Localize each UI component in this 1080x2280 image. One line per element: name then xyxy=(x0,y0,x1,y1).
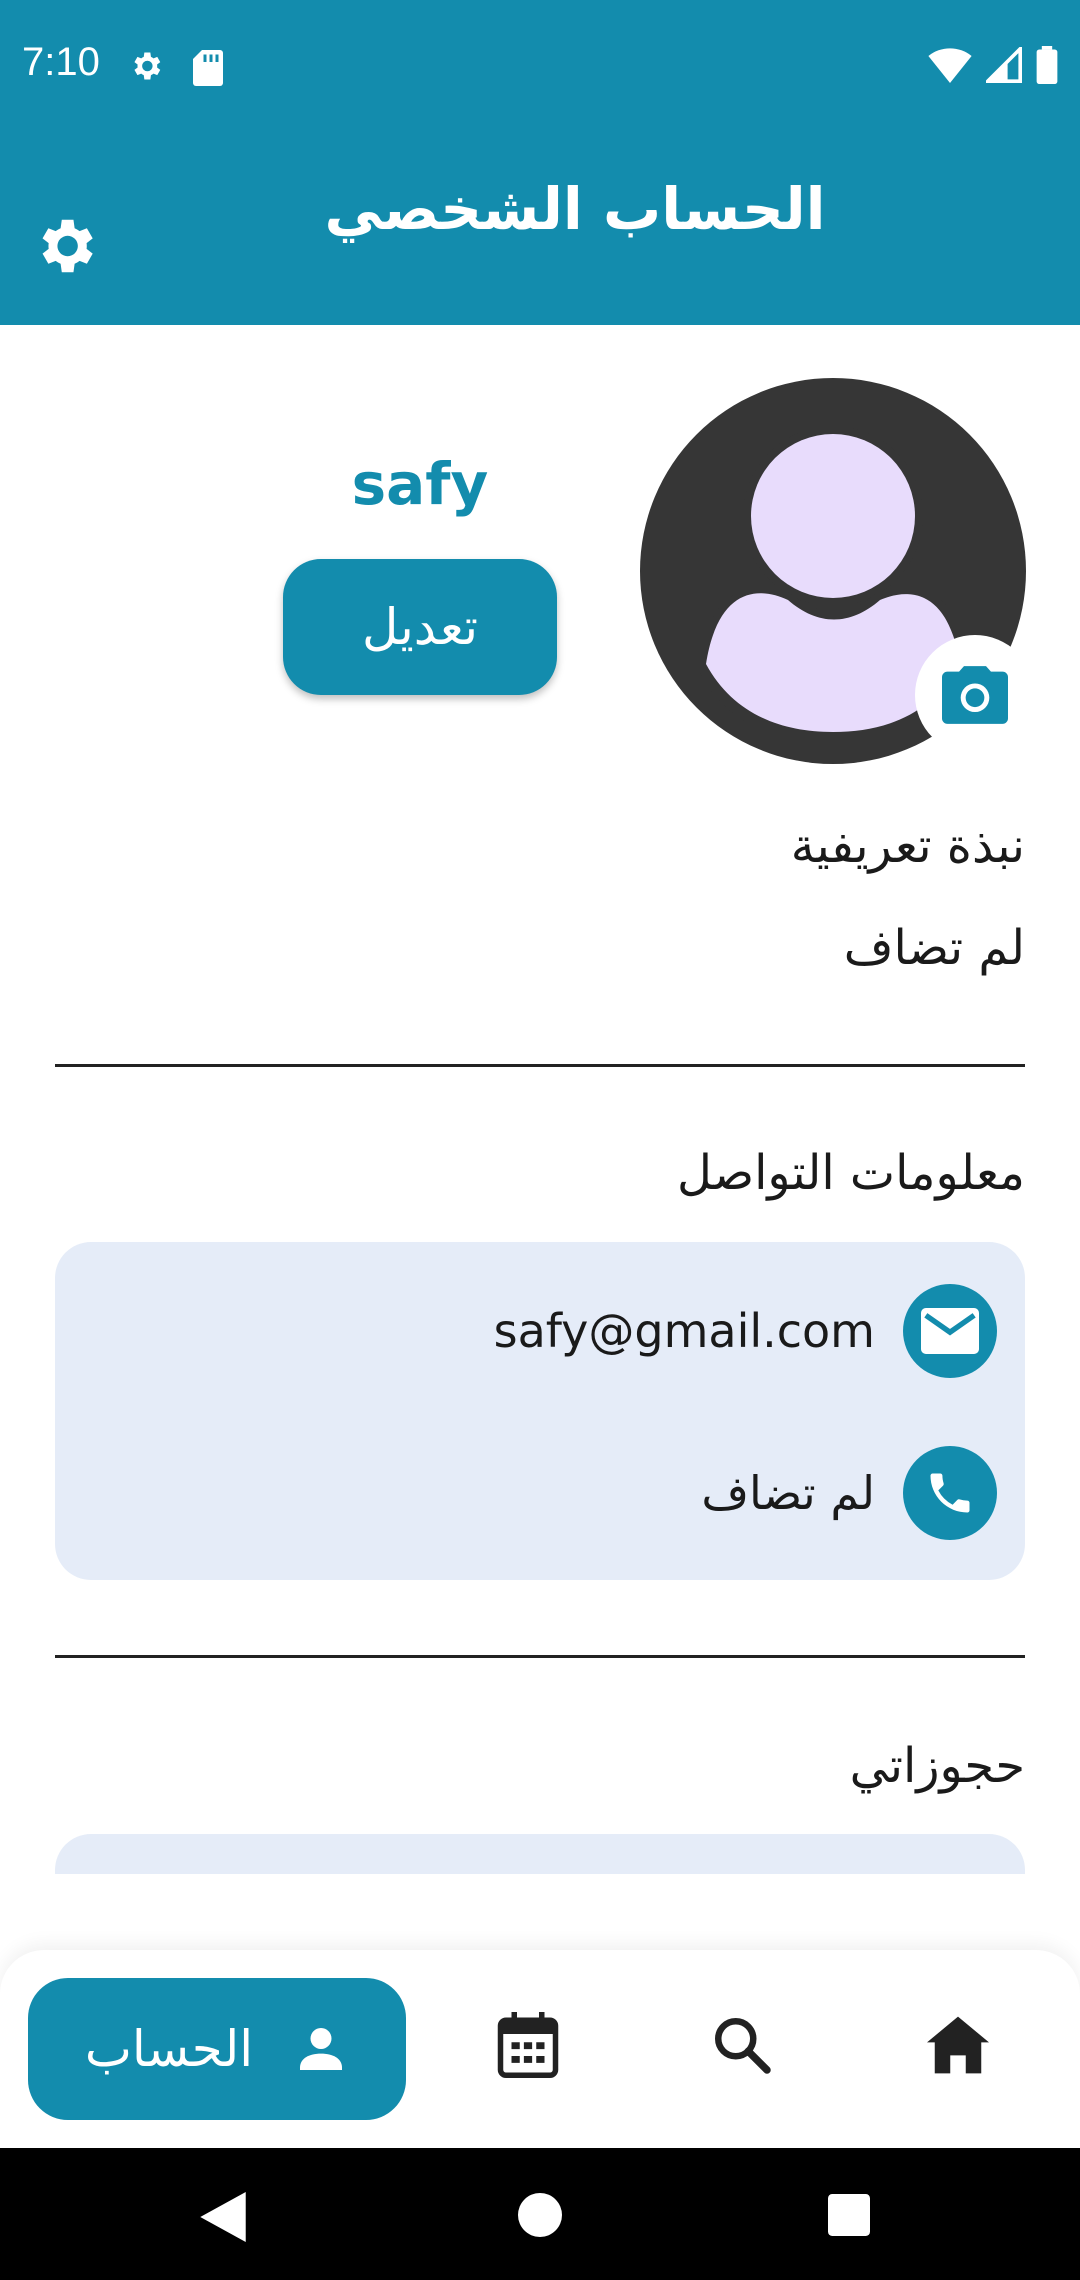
email-value: safy@gmail.com xyxy=(493,1304,875,1358)
home-icon xyxy=(927,2016,989,2074)
bookings-card[interactable] xyxy=(55,1834,1025,1874)
bottom-nav: الحساب xyxy=(0,1950,1080,2148)
nav-account-label: الحساب xyxy=(84,2020,254,2078)
status-bar: 7:10 xyxy=(0,0,1080,135)
status-time: 7:10 xyxy=(22,40,100,84)
change-photo-button[interactable] xyxy=(915,635,1035,755)
home-circle-icon[interactable] xyxy=(518,2193,562,2237)
divider xyxy=(55,1655,1025,1658)
gear-icon xyxy=(134,52,161,80)
nav-item-account[interactable]: الحساب xyxy=(28,1978,406,2120)
battery-icon xyxy=(1036,46,1058,84)
sd-card-icon xyxy=(193,50,223,86)
page-title: الحساب الشخصي xyxy=(324,175,826,243)
username: safy xyxy=(351,450,489,518)
settings-gear-icon[interactable] xyxy=(30,211,100,281)
account-icon xyxy=(300,2028,343,2070)
contact-card: safy@gmail.com لم تضاف xyxy=(55,1242,1025,1580)
phone-row: لم تضاف xyxy=(701,1446,997,1540)
email-icon xyxy=(903,1284,997,1378)
app-bar: الحساب الشخصي xyxy=(0,135,1080,325)
phone-value: لم تضاف xyxy=(701,1466,875,1520)
bio-value: لم تضاف xyxy=(843,920,1025,976)
camera-icon xyxy=(942,666,1008,724)
bio-title: نبذة تعريفية xyxy=(790,818,1025,874)
signal-icon xyxy=(986,47,1022,83)
phone-icon xyxy=(903,1446,997,1540)
divider xyxy=(55,1064,1025,1067)
edit-profile-button[interactable]: تعديل xyxy=(283,559,557,695)
back-icon[interactable] xyxy=(200,2192,246,2242)
nav-item-search[interactable] xyxy=(707,2010,777,2080)
nav-item-calendar[interactable] xyxy=(493,2010,563,2080)
nav-item-home[interactable] xyxy=(923,2010,993,2080)
wifi-icon xyxy=(928,48,972,83)
status-icons xyxy=(928,46,1058,84)
contact-info-title: معلومات التواصل xyxy=(676,1145,1025,1201)
bookings-title: حجوزاتي xyxy=(849,1738,1025,1794)
recents-icon[interactable] xyxy=(828,2194,870,2236)
system-nav-bar xyxy=(0,2148,1080,2280)
calendar-icon xyxy=(497,2012,559,2078)
search-icon xyxy=(715,2018,771,2074)
email-row: safy@gmail.com xyxy=(494,1284,997,1378)
